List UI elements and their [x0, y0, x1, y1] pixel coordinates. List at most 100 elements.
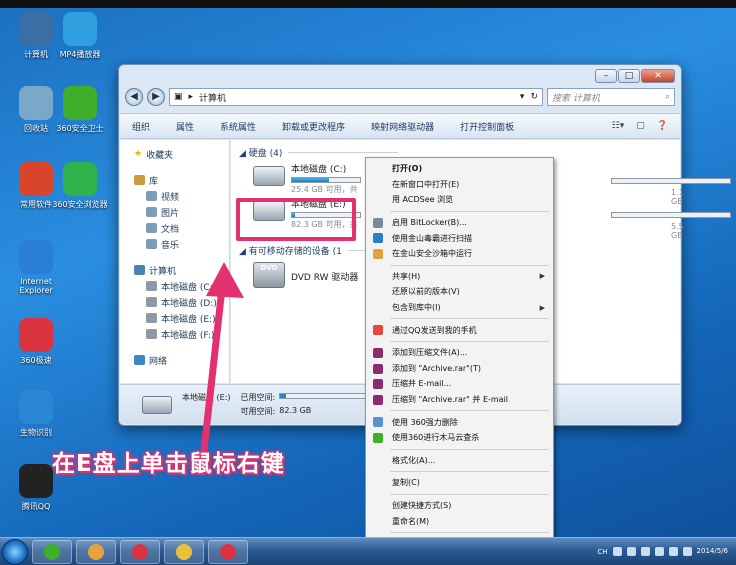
close-button[interactable]: ✕ — [641, 69, 675, 83]
menu-item-icon — [373, 394, 383, 405]
context-menu-item[interactable]: 在金山安全沙箱中运行 — [368, 246, 551, 262]
360-security-desktop-icon[interactable]: 360安全卫士 — [52, 86, 108, 134]
folder-icon — [146, 223, 157, 233]
context-menu-item[interactable]: 创建快捷方式(S) — [368, 498, 551, 514]
toolbar-map-drive[interactable]: 映射网络驱动器 — [371, 120, 434, 133]
mp4-player-desktop-icon[interactable]: MP4播放器 — [52, 12, 108, 60]
context-menu-item[interactable]: 在新窗口中打开(E) — [368, 177, 551, 193]
nav-label: 图片 — [161, 208, 180, 219]
drive-c[interactable]: 本地磁盘 (C:) 25.4 GB 可用，共 — [253, 162, 361, 195]
command-toolbar: 组织 属性 系统属性 卸载或更改程序 映射网络驱动器 打开控制面板 ☷▾ ▢ ❓ — [120, 113, 680, 139]
hard-disks-header[interactable]: ◢ 硬盘 (4) — [239, 146, 400, 159]
library-icon — [134, 175, 145, 185]
system-tray: CH 2014/5/6 — [597, 547, 736, 556]
tray-icon[interactable] — [626, 547, 636, 556]
menu-item-icon — [373, 417, 383, 428]
preview-pane-icon[interactable]: ▢ — [636, 121, 645, 131]
taskbar-app-button[interactable] — [164, 539, 204, 564]
nav-label: 文档 — [161, 224, 180, 235]
menu-separator — [390, 448, 549, 450]
tray-icon[interactable] — [612, 547, 622, 556]
back-button[interactable]: ◀ — [125, 88, 143, 106]
context-menu-item[interactable]: 打开(O) — [368, 161, 551, 177]
clock[interactable]: 2014/5/6 — [697, 547, 728, 556]
removable-header[interactable]: ◢ 有可移动存储的设备 (1 — [239, 244, 458, 257]
dvd-drive-name: DVD RW 驱动器 — [291, 273, 359, 283]
taskbar-app-button[interactable] — [32, 539, 72, 564]
taskbar-app-icon — [176, 543, 192, 560]
context-menu-item[interactable]: 压缩到 "Archive.rar" 并 E-mail — [368, 392, 551, 408]
refresh-icon[interactable]: ↻ — [530, 92, 538, 102]
search-input[interactable]: 搜索 计算机 ⌕ — [547, 88, 675, 106]
toolbar-organize[interactable]: 组织 — [132, 120, 150, 133]
context-menu-item[interactable]: 格式化(A)... — [368, 453, 551, 469]
network-tray-icon[interactable] — [682, 547, 692, 556]
context-menu-item[interactable]: 用 ACDSee 浏览 — [368, 192, 551, 208]
dvd-drive[interactable]: DVD DVD RW 驱动器 — [253, 262, 358, 288]
menu-separator — [390, 471, 549, 473]
minimize-button[interactable]: – — [595, 69, 617, 83]
menu-item-label: 添加到压缩文件(A)... — [392, 348, 468, 358]
menu-item-label: 还原以前的版本(V) — [392, 287, 460, 297]
folder-icon — [146, 207, 157, 217]
toolbar-system-properties[interactable]: 系统属性 — [220, 120, 256, 133]
taskbar-app-button[interactable] — [208, 539, 248, 564]
drive-f-usage-bar — [611, 212, 731, 218]
address-dropdown-icon[interactable]: ▾ — [520, 92, 525, 102]
biometric-desktop-icon[interactable]: 生物识别 — [8, 390, 64, 438]
context-menu-item[interactable]: 使用金山毒霸进行扫描 — [368, 230, 551, 246]
context-menu-item[interactable]: 添加到 "Archive.rar"(T) — [368, 361, 551, 377]
toolbar-properties[interactable]: 属性 — [176, 120, 194, 133]
context-menu-item[interactable]: 压缩并 E-mail... — [368, 376, 551, 392]
taskbar-app-button[interactable] — [76, 539, 116, 564]
360-browser-desktop-icon[interactable]: 360安全浏览器 — [52, 162, 108, 210]
view-options-icon[interactable]: ☷▾ — [612, 121, 625, 131]
taskbar-app-icon — [132, 543, 148, 560]
computer-icon — [134, 265, 145, 275]
submenu-arrow-icon: ▶ — [539, 303, 545, 312]
nav-libraries[interactable]: 库 — [120, 172, 229, 188]
menu-item-label: 格式化(A)... — [392, 455, 436, 465]
taskbar-app-icon — [220, 543, 236, 560]
context-menu-item[interactable]: 包含到库中(I) ▶ — [368, 300, 551, 316]
toolbar-control-panel[interactable]: 打开控制面板 — [460, 120, 514, 133]
context-menu-item[interactable]: 还原以前的版本(V) — [368, 284, 551, 300]
nav-item[interactable]: 视频 — [120, 188, 229, 204]
nav-item[interactable]: 图片 — [120, 204, 229, 220]
menu-item-label: 在新窗口中打开(E) — [392, 179, 460, 189]
desktop-icon-label: 360极速 — [20, 356, 52, 365]
language-indicator[interactable]: CH — [597, 548, 607, 556]
360-speed-desktop-icon[interactable]: 360极速 — [8, 318, 64, 366]
toolbar-uninstall[interactable]: 卸载或更改程序 — [282, 120, 345, 133]
nav-item[interactable]: 音乐 — [120, 236, 229, 252]
help-icon[interactable]: ❓ — [657, 121, 668, 131]
tray-icon[interactable] — [654, 547, 664, 556]
context-menu-item[interactable]: 使用 360强力删除 — [368, 414, 551, 430]
drive-d-usage-bar — [611, 178, 731, 184]
context-menu-item[interactable]: 添加到压缩文件(A)... — [368, 345, 551, 361]
taskbar-app-button[interactable] — [120, 539, 160, 564]
context-menu-item[interactable]: 共享(H) ▶ — [368, 269, 551, 285]
drive-e-highlight — [236, 198, 356, 241]
nav-favorites[interactable]: ★ 收藏夹 — [120, 146, 229, 162]
context-menu-item[interactable]: 使用360进行木马云查杀 — [368, 430, 551, 446]
nav-item[interactable]: 文档 — [120, 220, 229, 236]
360-speed-glyph-icon — [19, 318, 53, 352]
drive-c-usage-bar — [291, 177, 361, 183]
menu-item-label: 添加到 "Archive.rar"(T) — [392, 363, 481, 373]
context-menu-item[interactable]: 通过QQ发送到我的手机 — [368, 322, 551, 338]
menu-item-icon — [373, 248, 383, 259]
address-bar[interactable]: ▣ ▸ 计算机 ▾ ↻ — [169, 88, 543, 106]
context-menu-item[interactable]: 重命名(M) — [368, 513, 551, 529]
tray-icon[interactable] — [640, 547, 650, 556]
forward-button[interactable]: ▶ — [147, 88, 165, 106]
context-menu-item[interactable]: 复制(C) — [368, 475, 551, 491]
internet-explorer-desktop-icon[interactable]: Internet Explorer — [8, 240, 64, 295]
start-button[interactable] — [2, 538, 28, 565]
context-menu-item[interactable]: 启用 BitLocker(B)... — [368, 215, 551, 231]
menu-item-label: 在金山安全沙箱中运行 — [392, 249, 472, 259]
volume-icon[interactable] — [668, 547, 678, 556]
maximize-button[interactable]: □ — [618, 69, 640, 83]
hard-drive-icon — [142, 395, 172, 414]
desktop-icon-label: 360安全卫士 — [56, 124, 104, 133]
